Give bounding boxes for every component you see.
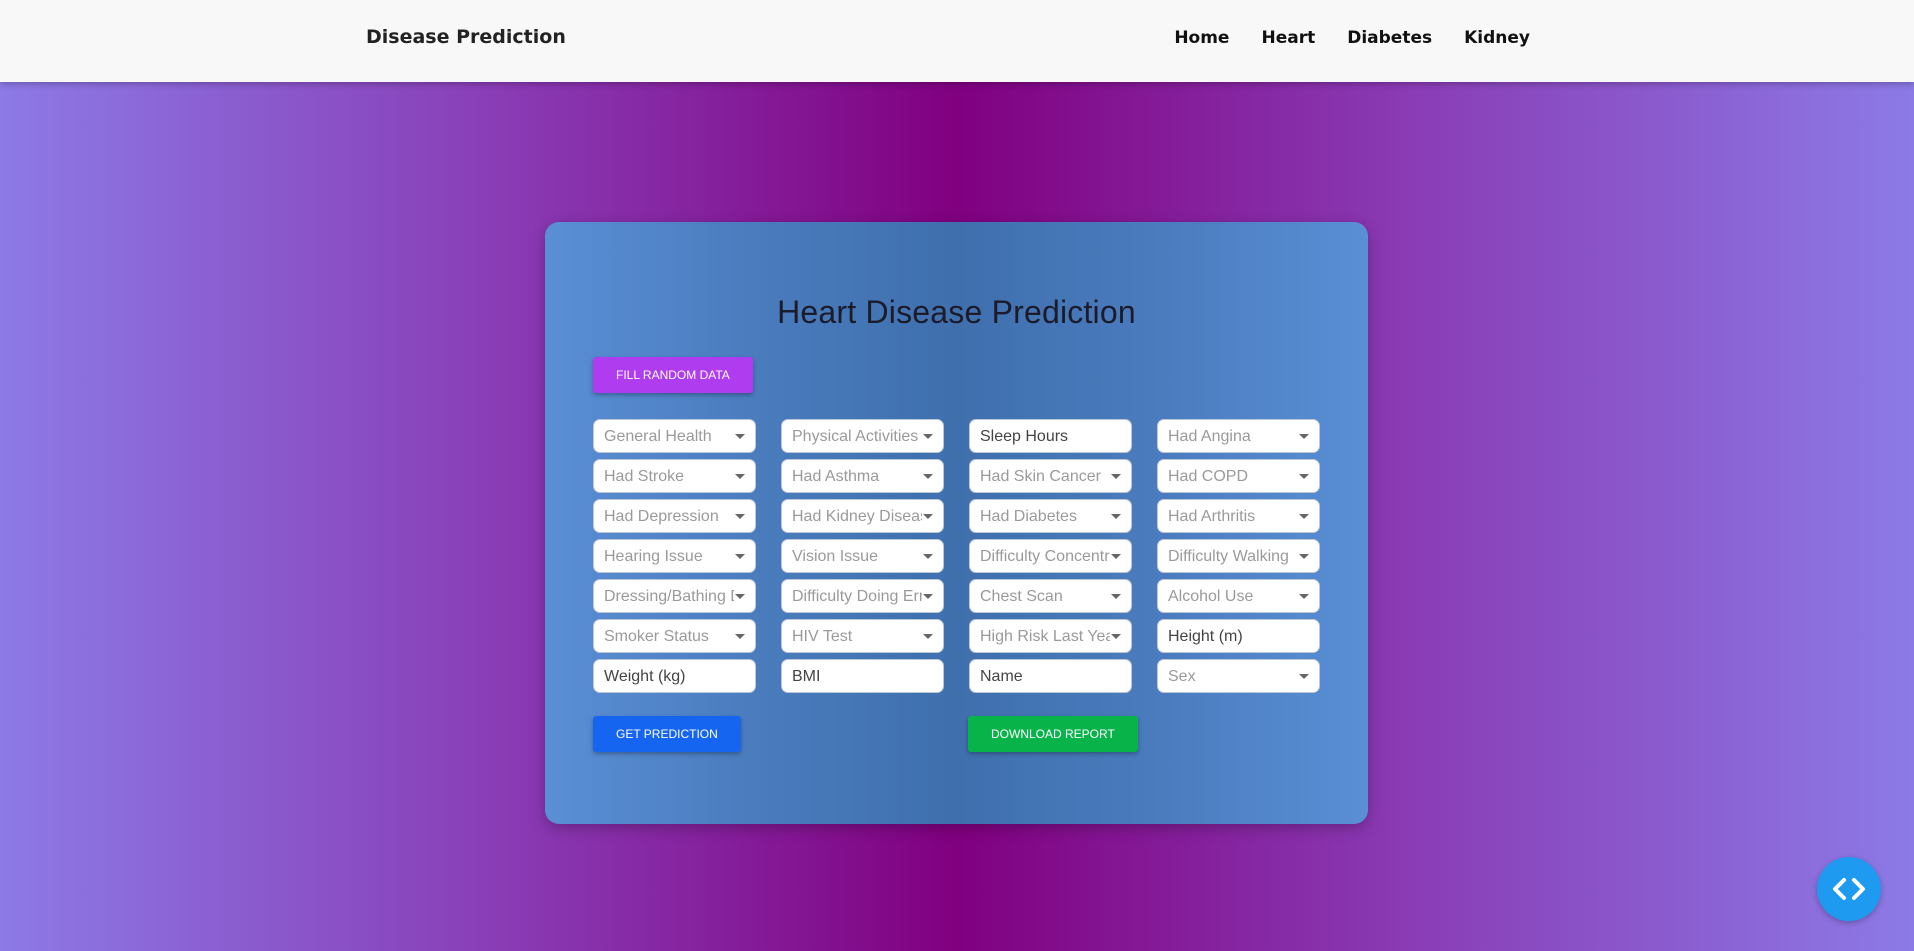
nav-link-home[interactable]: Home (1174, 28, 1229, 48)
caret-down-icon (735, 434, 745, 439)
select-dressing-bathing-difficulty[interactable]: Dressing/Bathing Difficulty (593, 579, 756, 613)
select-physical-activities[interactable]: Physical Activities (781, 419, 944, 453)
page-title: Heart Disease Prediction (777, 294, 1136, 330)
field-label: Physical Activities (792, 428, 919, 445)
input-bmi[interactable]: BMI (781, 659, 944, 693)
field-label: Smoker Status (604, 628, 709, 645)
field-label: Had Skin Cancer (980, 468, 1101, 485)
field-label: Height (m) (1168, 628, 1243, 645)
select-difficulty-concentrating[interactable]: Difficulty Concentrating (969, 539, 1132, 573)
select-smoker-status[interactable]: Smoker Status (593, 619, 756, 653)
field-label: Dressing/Bathing Difficulty (604, 588, 734, 605)
prediction-card: Heart Disease Prediction Fill Random Dat… (545, 222, 1368, 824)
field-label: Had Arthritis (1168, 508, 1256, 525)
field-label: Name (980, 668, 1023, 685)
field-label: High Risk Last Year (980, 628, 1110, 645)
caret-down-icon (735, 554, 745, 559)
select-had-diabetes[interactable]: Had Diabetes (969, 499, 1132, 533)
field-label: Had Angina (1168, 428, 1251, 445)
field-label: Had Diabetes (980, 508, 1077, 525)
caret-down-icon (735, 594, 745, 599)
select-had-angina[interactable]: Had Angina (1157, 419, 1320, 453)
fill-random-data-button[interactable]: Fill Random Data (593, 357, 753, 393)
nav-link-kidney[interactable]: Kidney (1464, 28, 1530, 48)
brand-title[interactable]: Disease Prediction (366, 26, 566, 48)
input-name[interactable]: Name (969, 659, 1132, 693)
caret-down-icon (1111, 474, 1121, 479)
select-had-arthritis[interactable]: Had Arthritis (1157, 499, 1320, 533)
select-difficulty-walking[interactable]: Difficulty Walking (1157, 539, 1320, 573)
caret-down-icon (1111, 554, 1121, 559)
caret-down-icon (923, 514, 933, 519)
select-chest-scan[interactable]: Chest Scan (969, 579, 1132, 613)
caret-down-icon (1111, 634, 1121, 639)
select-had-copd[interactable]: Had COPD (1157, 459, 1320, 493)
caret-down-icon (923, 594, 933, 599)
code-brackets-icon (1833, 878, 1865, 900)
select-hearing-issue[interactable]: Hearing Issue (593, 539, 756, 573)
caret-down-icon (1299, 594, 1309, 599)
field-label: Had Stroke (604, 468, 685, 485)
caret-down-icon (923, 474, 933, 479)
field-label: BMI (792, 668, 821, 685)
field-label: Vision Issue (792, 548, 878, 565)
input-height-m[interactable]: Height (m) (1157, 619, 1320, 653)
caret-down-icon (923, 554, 933, 559)
select-hiv-test[interactable]: HIV Test (781, 619, 944, 653)
caret-down-icon (923, 434, 933, 439)
field-label: Had Kidney Disease (792, 508, 922, 525)
caret-down-icon (1111, 514, 1121, 519)
field-label: Alcohol Use (1168, 588, 1254, 605)
select-had-kidney-disease[interactable]: Had Kidney Disease (781, 499, 944, 533)
select-had-asthma[interactable]: Had Asthma (781, 459, 944, 493)
field-label: General Health (604, 428, 712, 445)
field-label: Difficulty Walking (1168, 548, 1289, 565)
caret-down-icon (1299, 514, 1309, 519)
select-had-stroke[interactable]: Had Stroke (593, 459, 756, 493)
get-prediction-button[interactable]: Get Prediction (593, 716, 741, 752)
nav-link-diabetes[interactable]: Diabetes (1347, 28, 1432, 48)
field-label: Chest Scan (980, 588, 1063, 605)
field-label: Sex (1168, 668, 1196, 685)
field-label: Hearing Issue (604, 548, 703, 565)
select-general-health[interactable]: General Health (593, 419, 756, 453)
caret-down-icon (735, 474, 745, 479)
select-had-depression[interactable]: Had Depression (593, 499, 756, 533)
caret-down-icon (735, 514, 745, 519)
input-weight-kg[interactable]: Weight (kg) (593, 659, 756, 693)
caret-down-icon (1299, 474, 1309, 479)
nav-links: Home Heart Diabetes Kidney (1174, 28, 1530, 48)
field-label: Had COPD (1168, 468, 1249, 485)
caret-down-icon (1299, 554, 1309, 559)
code-toggle-button[interactable] (1817, 857, 1881, 921)
navbar: Disease Prediction Home Heart Diabetes K… (0, 0, 1914, 82)
caret-down-icon (1299, 434, 1309, 439)
select-had-skin-cancer[interactable]: Had Skin Cancer (969, 459, 1132, 493)
field-label: Difficulty Doing Errands (792, 588, 922, 605)
select-alcohol-use[interactable]: Alcohol Use (1157, 579, 1320, 613)
field-label: Sleep Hours (980, 428, 1069, 445)
select-sex[interactable]: Sex (1157, 659, 1320, 693)
field-label: Had Asthma (792, 468, 880, 485)
nav-link-heart[interactable]: Heart (1261, 28, 1315, 48)
field-label: Had Depression (604, 508, 719, 525)
caret-down-icon (923, 634, 933, 639)
caret-down-icon (735, 634, 745, 639)
field-label: HIV Test (792, 628, 853, 645)
input-sleep-hours[interactable]: Sleep Hours (969, 419, 1132, 453)
field-label: Weight (kg) (604, 668, 686, 685)
select-high-risk-last-year[interactable]: High Risk Last Year (969, 619, 1132, 653)
field-label: Difficulty Concentrating (980, 548, 1110, 565)
select-vision-issue[interactable]: Vision Issue (781, 539, 944, 573)
download-report-button[interactable]: Download Report (968, 716, 1138, 752)
caret-down-icon (1111, 594, 1121, 599)
select-difficulty-doing-errands[interactable]: Difficulty Doing Errands (781, 579, 944, 613)
caret-down-icon (1299, 674, 1309, 679)
